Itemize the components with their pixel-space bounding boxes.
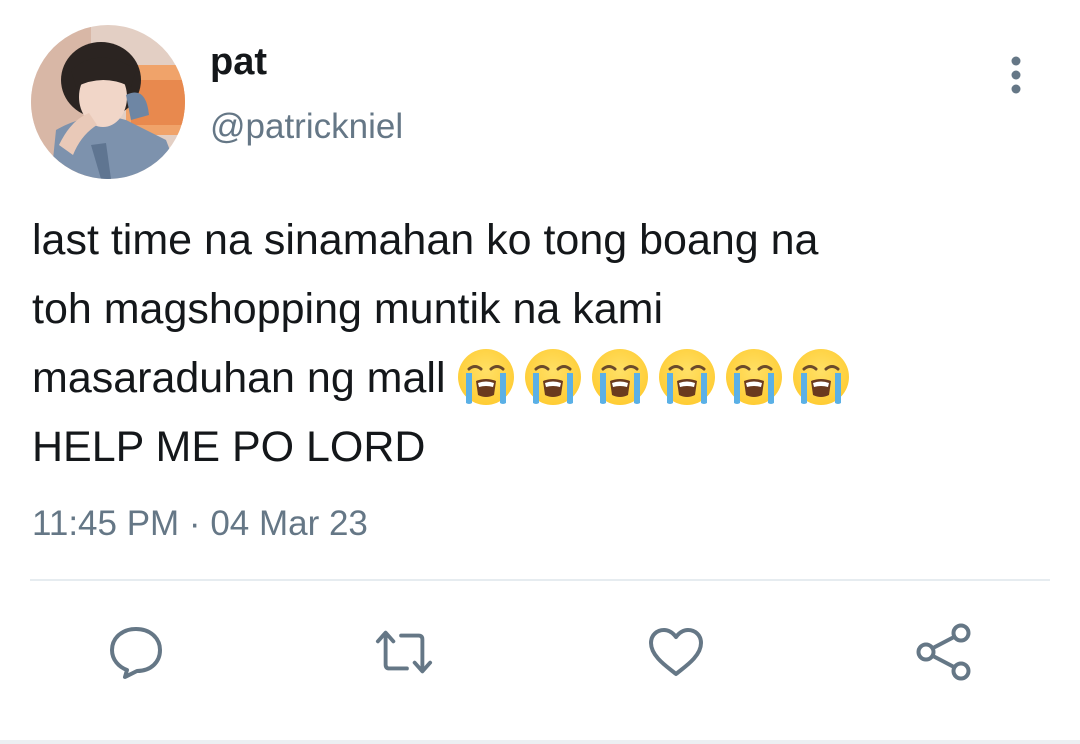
- heart-icon: [649, 628, 703, 676]
- emoji-group: [456, 347, 851, 407]
- divider: [30, 579, 1050, 581]
- avatar-image: [31, 25, 185, 179]
- tweet-line: toh magshopping muntik na kami: [32, 285, 664, 333]
- loudly-crying-face-icon: [590, 347, 650, 407]
- avatar[interactable]: [31, 25, 185, 179]
- comment-icon: [110, 627, 162, 679]
- loudly-crying-face-icon: [456, 347, 516, 407]
- tweet-text: last time na sinamahan ko tong boang na …: [32, 206, 1042, 482]
- loudly-crying-face-icon: [523, 347, 583, 407]
- loudly-crying-face-icon: [657, 347, 717, 407]
- tweet-line: last time na sinamahan ko tong boang na: [32, 216, 819, 264]
- like-button[interactable]: [646, 622, 706, 682]
- tweet-line-text: masaraduhan ng mall: [32, 354, 446, 402]
- share-icon: [916, 623, 971, 681]
- tweet-timestamp[interactable]: 11:45 PM · 04 Mar 23: [32, 502, 368, 546]
- reply-button[interactable]: [106, 622, 166, 682]
- more-vertical-icon: [1011, 56, 1021, 94]
- tweet-line: masaraduhan ng mall: [32, 344, 1042, 413]
- loudly-crying-face-icon: [724, 347, 784, 407]
- loudly-crying-face-icon: [791, 347, 851, 407]
- bottom-divider: [0, 740, 1080, 744]
- retweet-icon: [375, 630, 433, 674]
- retweet-button[interactable]: [374, 622, 434, 682]
- user-handle[interactable]: @patrickniel: [210, 105, 403, 149]
- more-options-button[interactable]: [996, 52, 1036, 98]
- tweet-line: HELP ME PO LORD: [32, 423, 426, 471]
- share-button[interactable]: [914, 622, 974, 682]
- display-name[interactable]: pat: [210, 40, 267, 84]
